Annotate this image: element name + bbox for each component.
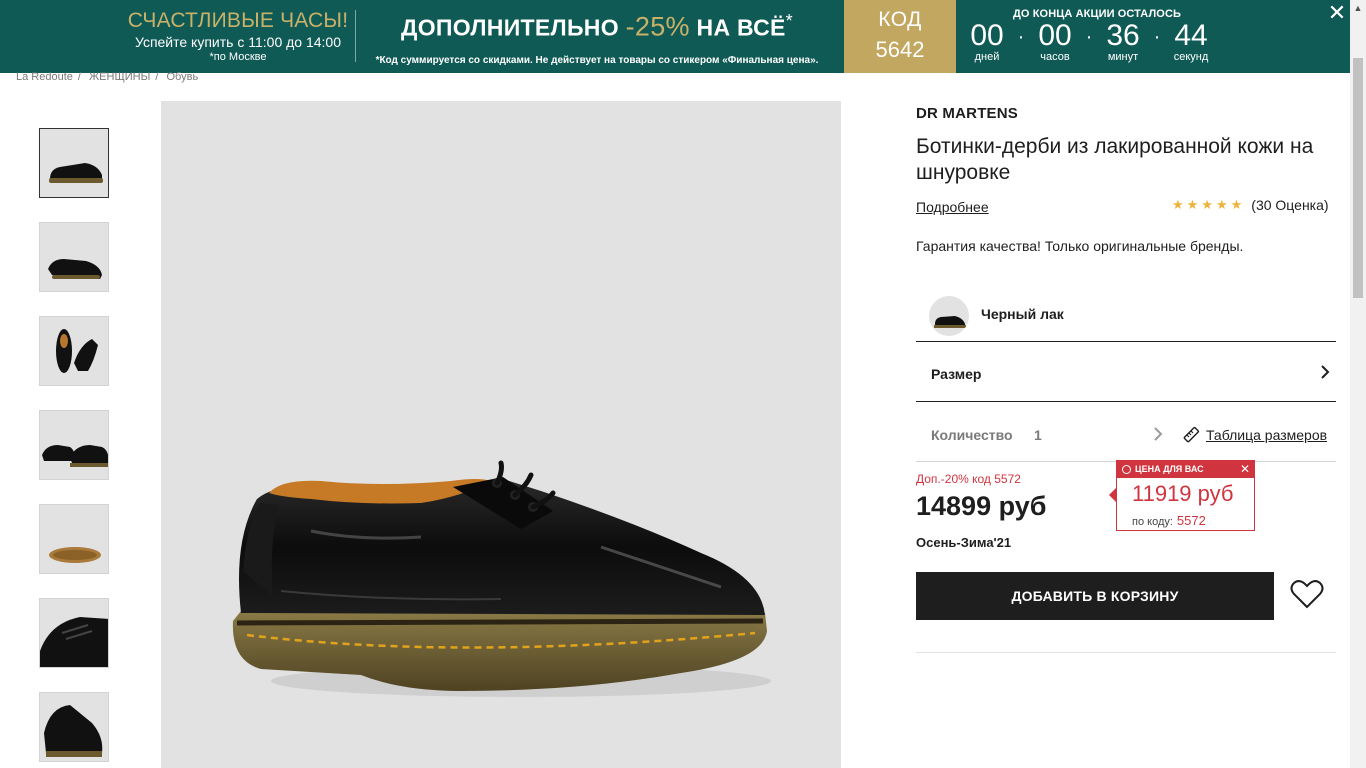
shoe-main-image-icon — [232, 460, 771, 697]
clock-icon — [1122, 465, 1131, 474]
scroll-up-icon[interactable]: ▲ — [1350, 0, 1366, 16]
promo-code-label: КОД — [878, 8, 922, 31]
promo-banner: СЧАСТЛИВЫЕ ЧАСЫ! Успейте купить с 11:00 … — [0, 0, 1350, 73]
shoe-side-thumb-icon — [40, 129, 108, 197]
quantity-row: Количество 1 Таблица размеров — [916, 402, 1336, 462]
popup-header: ЦЕНА ДЛЯ ВАС ✕ — [1117, 461, 1254, 478]
chevron-right-icon — [1321, 365, 1330, 379]
countdown-seconds: 44 секунд — [1166, 20, 1216, 63]
countdown-number: 36 — [1106, 19, 1140, 52]
offer-suffix: НА ВСЁ — [696, 14, 786, 41]
personal-price-code-label: по коду: — [1132, 516, 1173, 528]
extra-discount-note: Доп.-20% код 5572 — [916, 472, 1021, 486]
product-thumbnail-6[interactable] — [39, 598, 109, 668]
countdown-separator: · — [1085, 26, 1093, 48]
size-chart-label: Таблица размеров — [1206, 427, 1328, 443]
product-thumbnail-5[interactable] — [39, 504, 109, 574]
countdown-separator: · — [1017, 26, 1025, 48]
product-thumbnail-1[interactable] — [39, 128, 109, 198]
breadcrumb-item-home[interactable]: La Redoute — [16, 71, 73, 83]
rating-count: (30 Оценка) — [1251, 197, 1329, 213]
quality-guarantee: Гарантия качества! Только оригинальные б… — [916, 238, 1244, 254]
countdown-minutes: 36 минут — [1098, 20, 1148, 63]
scroll-thumb[interactable] — [1353, 58, 1363, 298]
popup-arrow — [1109, 488, 1116, 502]
countdown-number: 44 — [1174, 19, 1208, 52]
close-icon[interactable]: ✕ — [1240, 461, 1250, 478]
product-title: Ботинки-дерби из лакированной кожи на шн… — [916, 135, 1314, 184]
size-label: Размер — [931, 366, 982, 382]
product-main-image[interactable] — [161, 101, 841, 768]
countdown-days: 00 дней — [962, 20, 1012, 63]
shoe-angle-thumb-icon — [40, 223, 108, 291]
shoe-back-thumb-icon — [40, 693, 108, 761]
color-swatch[interactable] — [929, 296, 969, 336]
shoe-sole-thumb-icon — [40, 505, 108, 573]
countdown-number: 00 — [970, 19, 1004, 52]
popup-header-label: ЦЕНА ДЛЯ ВАС — [1135, 464, 1204, 474]
offer-prefix: ДОПОЛНИТЕЛЬНО — [401, 14, 619, 41]
rating-stars-icon: ★★★★★ — [1172, 197, 1246, 212]
happy-hours-title: СЧАСТЛИВЫЕ ЧАСЫ! — [127, 9, 349, 32]
product-brand[interactable]: DR MARTENS — [916, 105, 1018, 122]
product-thumbnail-2[interactable] — [39, 222, 109, 292]
personal-price-code: по коду: 5572 — [1132, 513, 1206, 528]
chevron-right-icon[interactable] — [1152, 426, 1164, 442]
shoe-pair-thumb-icon — [40, 411, 108, 479]
personal-price-popup: ЦЕНА ДЛЯ ВАС ✕ 11919 руб по коду: 5572 — [1109, 460, 1255, 531]
offer-percent: -25% — [625, 11, 690, 42]
countdown-number: 00 — [1038, 19, 1072, 52]
ruler-icon — [1183, 426, 1200, 443]
offer-star: * — [785, 11, 793, 31]
happy-hours-note: *по Москве — [209, 51, 267, 63]
product-thumbnail-3[interactable] — [39, 316, 109, 386]
breadcrumb-item-women[interactable]: ЖЕНЩИНЫ — [89, 71, 150, 83]
quantity-label: Количество — [931, 427, 1013, 443]
shoe-swatch-icon — [934, 316, 966, 328]
offer-headline: ДОПОЛНИТЕЛЬНО -25% НА ВСЁ* — [362, 4, 832, 45]
promo-code-value: 5642 — [875, 37, 925, 62]
countdown-unit: секунд — [1173, 51, 1209, 63]
happy-hours-block: СЧАСТЛИВЫЕ ЧАСЫ! Успейте купить с 11:00 … — [118, 8, 358, 64]
countdown-timer: ДО КОНЦА АКЦИИ ОСТАЛОСЬ 00 дней · 00 час… — [962, 8, 1222, 63]
countdown-separator: · — [1153, 26, 1161, 48]
promo-divider — [355, 10, 356, 62]
color-name: Черный лак — [981, 306, 1064, 322]
countdown-unit: дней — [974, 51, 1000, 63]
product-season: Осень-Зима'21 — [916, 535, 1012, 550]
happy-hours-time: Успейте купить с 11:00 до 14:00 — [134, 34, 341, 50]
personal-price-code-value: 5572 — [1176, 513, 1206, 528]
quantity-value[interactable]: 1 — [1034, 427, 1042, 443]
close-icon[interactable]: ✕ — [1326, 2, 1348, 24]
breadcrumb-item-shoes[interactable]: Обувь — [166, 71, 198, 83]
page-scrollbar[interactable]: ▲ — [1350, 0, 1366, 768]
add-to-cart-button[interactable]: ДОБАВИТЬ В КОРЗИНУ — [916, 572, 1274, 620]
product-thumbnail-4[interactable] — [39, 410, 109, 480]
product-rating[interactable]: ★★★★★ (30 Оценка) — [1172, 197, 1329, 213]
offer-block: ДОПОЛНИТЕЛЬНО -25% НА ВСЁ* *Код суммируе… — [362, 4, 832, 66]
countdown-unit: часов — [1040, 51, 1070, 63]
heart-icon[interactable] — [1290, 578, 1324, 610]
product-details-link[interactable]: Подробнее — [916, 199, 989, 215]
countdown-hours: 00 часов — [1030, 20, 1080, 63]
promo-code-block: КОД 5642 — [844, 0, 956, 73]
offer-note: *Код суммируется со скидками. Не действу… — [375, 54, 819, 66]
shoe-closeup-thumb-icon — [40, 599, 108, 667]
breadcrumb: La Redoute / ЖЕНЩИНЫ / Обувь — [16, 71, 199, 83]
size-chart-link[interactable]: Таблица размеров — [1182, 426, 1327, 444]
size-selector[interactable]: Размер — [916, 342, 1336, 402]
section-divider — [916, 652, 1336, 653]
countdown-unit: минут — [1107, 51, 1139, 63]
color-selector[interactable]: Черный лак — [916, 286, 1336, 342]
product-price: 14899 руб — [916, 491, 1047, 521]
product-thumbnail-7[interactable] — [39, 692, 109, 762]
shoe-top-thumb-icon — [40, 317, 108, 385]
personal-price-amount: 11919 руб — [1132, 481, 1234, 506]
